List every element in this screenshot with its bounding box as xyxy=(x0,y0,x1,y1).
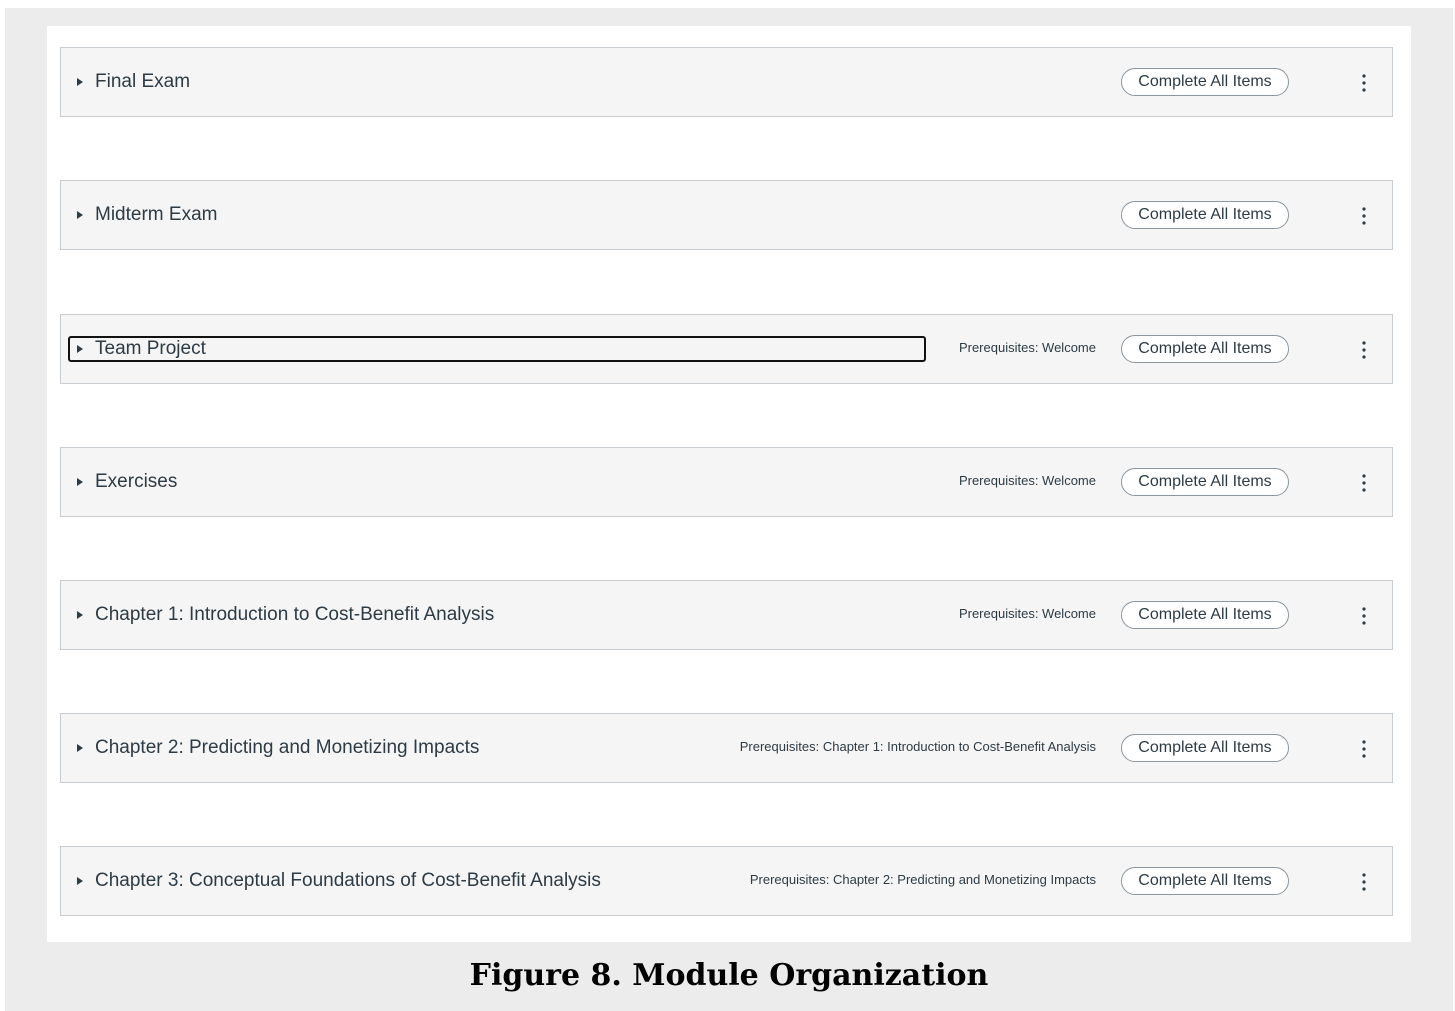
caret-right-icon xyxy=(77,345,83,353)
kebab-menu-icon[interactable] xyxy=(1350,470,1378,496)
module-toggle[interactable]: Midterm Exam xyxy=(68,202,219,228)
module-toggle[interactable]: Final Exam xyxy=(68,69,192,95)
module-title: Midterm Exam xyxy=(95,204,218,225)
module-title: Chapter 3: Conceptual Foundations of Cos… xyxy=(95,870,601,891)
caret-right-icon xyxy=(77,744,83,752)
module-title: Chapter 1: Introduction to Cost-Benefit … xyxy=(95,604,495,625)
module-prerequisites: Prerequisites: Chapter 1: Introduction t… xyxy=(739,739,1096,754)
module-header-chapter-2[interactable]: Chapter 2: Predicting and Monetizing Imp… xyxy=(60,713,1393,783)
module-prerequisites: Prerequisites: Welcome xyxy=(958,606,1096,621)
module-header-final-exam[interactable]: Final Exam Complete All Items xyxy=(60,47,1393,117)
requirement-pill: Complete All Items xyxy=(1121,734,1289,762)
module-toggle[interactable]: Chapter 1: Introduction to Cost-Benefit … xyxy=(68,602,496,628)
module-title: Exercises xyxy=(95,471,178,492)
module-title: Final Exam xyxy=(95,71,191,92)
requirement-pill: Complete All Items xyxy=(1121,867,1289,895)
module-header-chapter-1[interactable]: Chapter 1: Introduction to Cost-Benefit … xyxy=(60,580,1393,650)
requirement-pill: Complete All Items xyxy=(1121,68,1289,96)
module-header-midterm-exam[interactable]: Midterm Exam Complete All Items xyxy=(60,180,1393,250)
module-prerequisites: Prerequisites: Welcome xyxy=(958,473,1096,488)
caret-right-icon xyxy=(77,78,83,86)
module-header-exercises[interactable]: Exercises Prerequisites: Welcome Complet… xyxy=(60,447,1393,517)
kebab-menu-icon[interactable] xyxy=(1350,869,1378,895)
kebab-menu-icon[interactable] xyxy=(1350,203,1378,229)
requirement-pill: Complete All Items xyxy=(1121,468,1289,496)
module-header-chapter-3[interactable]: Chapter 3: Conceptual Foundations of Cos… xyxy=(60,846,1393,916)
module-toggle[interactable]: Team Project xyxy=(68,336,926,362)
module-title: Chapter 2: Predicting and Monetizing Imp… xyxy=(95,737,480,758)
requirement-pill: Complete All Items xyxy=(1121,201,1289,229)
module-toggle[interactable]: Chapter 3: Conceptual Foundations of Cos… xyxy=(68,868,603,894)
module-toggle[interactable]: Exercises xyxy=(68,469,179,495)
module-prerequisites: Prerequisites: Welcome xyxy=(958,340,1096,355)
requirement-pill: Complete All Items xyxy=(1121,601,1289,629)
caret-right-icon xyxy=(77,611,83,619)
requirement-pill: Complete All Items xyxy=(1121,335,1289,363)
caret-right-icon xyxy=(77,877,83,885)
module-toggle[interactable]: Chapter 2: Predicting and Monetizing Imp… xyxy=(68,735,481,761)
caret-right-icon xyxy=(77,478,83,486)
caret-right-icon xyxy=(77,211,83,219)
module-title: Team Project xyxy=(95,338,206,359)
kebab-menu-icon[interactable] xyxy=(1350,603,1378,629)
kebab-menu-icon[interactable] xyxy=(1350,70,1378,96)
module-header-team-project[interactable]: Team Project Prerequisites: Welcome Comp… xyxy=(60,314,1393,384)
document-page: Final Exam Complete All Items Midterm Ex… xyxy=(5,8,1453,1011)
modules-panel: Final Exam Complete All Items Midterm Ex… xyxy=(47,26,1411,942)
figure-caption: Figure 8. Module Organization xyxy=(469,958,989,993)
module-prerequisites: Prerequisites: Chapter 2: Predicting and… xyxy=(749,872,1096,887)
kebab-menu-icon[interactable] xyxy=(1350,736,1378,762)
kebab-menu-icon[interactable] xyxy=(1350,337,1378,363)
